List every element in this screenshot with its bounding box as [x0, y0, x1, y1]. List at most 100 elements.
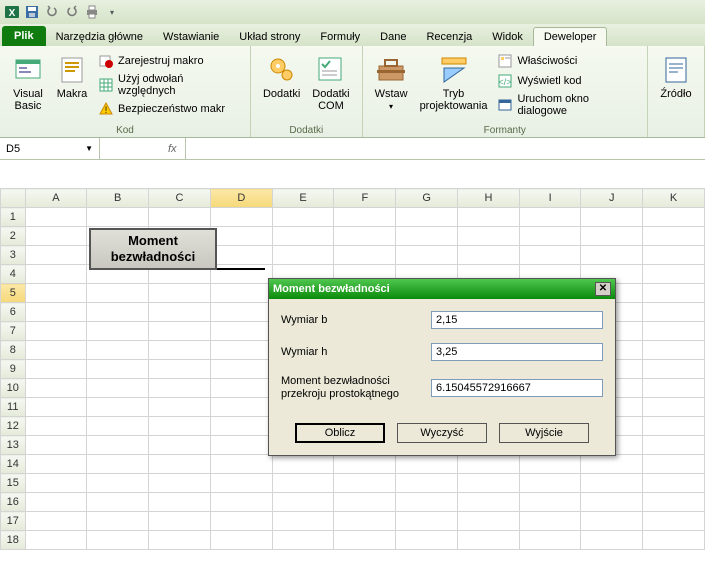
record-macro-button[interactable]: Zarejestruj makro	[96, 52, 242, 70]
row-head-9[interactable]: 9	[1, 360, 26, 379]
cell-D18[interactable]	[210, 531, 272, 550]
cell-I2[interactable]	[519, 227, 581, 246]
cell-B12[interactable]	[87, 417, 149, 436]
cell-I1[interactable]	[519, 208, 581, 227]
makra-button[interactable]: Makra	[52, 52, 92, 102]
cell-F15[interactable]	[334, 474, 396, 493]
cell-E18[interactable]	[272, 531, 334, 550]
tab-developer[interactable]: Deweloper	[533, 27, 608, 46]
cell-K10[interactable]	[643, 379, 705, 398]
run-dialog-button[interactable]: Uruchom okno dialogowe	[495, 92, 639, 118]
cell-K16[interactable]	[643, 493, 705, 512]
col-head-J[interactable]: J	[581, 189, 643, 208]
cell-K5[interactable]	[643, 284, 705, 303]
cell-E3[interactable]	[272, 246, 334, 265]
cell-I16[interactable]	[519, 493, 581, 512]
cell-D11[interactable]	[210, 398, 272, 417]
cell-C1[interactable]	[149, 208, 211, 227]
cell-B14[interactable]	[87, 455, 149, 474]
cell-A6[interactable]	[25, 303, 87, 322]
relative-refs-button[interactable]: Użyj odwołań względnych	[96, 72, 242, 98]
row-head-10[interactable]: 10	[1, 379, 26, 398]
cell-C15[interactable]	[149, 474, 211, 493]
cell-A9[interactable]	[25, 360, 87, 379]
cell-I18[interactable]	[519, 531, 581, 550]
cell-A10[interactable]	[25, 379, 87, 398]
col-head-K[interactable]: K	[643, 189, 705, 208]
select-all-corner[interactable]	[1, 189, 26, 208]
button-wyjscie[interactable]: Wyjście	[499, 423, 589, 443]
cell-K11[interactable]	[643, 398, 705, 417]
formula-input[interactable]	[186, 143, 705, 155]
cell-A17[interactable]	[25, 512, 87, 531]
cell-H18[interactable]	[458, 531, 520, 550]
cell-C17[interactable]	[149, 512, 211, 531]
cell-C18[interactable]	[149, 531, 211, 550]
col-head-E[interactable]: E	[272, 189, 334, 208]
cell-I14[interactable]	[519, 455, 581, 474]
cell-K13[interactable]	[643, 436, 705, 455]
cell-J2[interactable]	[581, 227, 643, 246]
tab-review[interactable]: Recenzja	[416, 28, 482, 46]
cell-C5[interactable]	[149, 284, 211, 303]
cell-E15[interactable]	[272, 474, 334, 493]
cell-D14[interactable]	[210, 455, 272, 474]
tryb-button[interactable]: Tryb projektowania	[416, 52, 492, 114]
cell-B16[interactable]	[87, 493, 149, 512]
cell-D8[interactable]	[210, 341, 272, 360]
cell-D5[interactable]	[210, 284, 272, 303]
row-head-16[interactable]: 16	[1, 493, 26, 512]
tab-insert[interactable]: Wstawianie	[153, 28, 229, 46]
cell-C16[interactable]	[149, 493, 211, 512]
cell-D16[interactable]	[210, 493, 272, 512]
cell-K17[interactable]	[643, 512, 705, 531]
dodatki-button[interactable]: Dodatki	[259, 52, 304, 102]
cell-K12[interactable]	[643, 417, 705, 436]
cell-H3[interactable]	[458, 246, 520, 265]
cell-G1[interactable]	[396, 208, 458, 227]
cell-K9[interactable]	[643, 360, 705, 379]
row-head-13[interactable]: 13	[1, 436, 26, 455]
cell-K2[interactable]	[643, 227, 705, 246]
cell-J1[interactable]	[581, 208, 643, 227]
col-head-D[interactable]: D	[210, 189, 272, 208]
macro-security-button[interactable]: !Bezpieczeństwo makr	[96, 100, 242, 118]
tab-view[interactable]: Widok	[482, 28, 533, 46]
cell-E1[interactable]	[272, 208, 334, 227]
cell-B9[interactable]	[87, 360, 149, 379]
cell-K15[interactable]	[643, 474, 705, 493]
cell-D15[interactable]	[210, 474, 272, 493]
cell-A14[interactable]	[25, 455, 87, 474]
cell-J16[interactable]	[581, 493, 643, 512]
cell-B10[interactable]	[87, 379, 149, 398]
cell-F17[interactable]	[334, 512, 396, 531]
cell-C10[interactable]	[149, 379, 211, 398]
cell-B18[interactable]	[87, 531, 149, 550]
cell-D13[interactable]	[210, 436, 272, 455]
cell-K18[interactable]	[643, 531, 705, 550]
col-head-B[interactable]: B	[87, 189, 149, 208]
cell-E17[interactable]	[272, 512, 334, 531]
cell-B8[interactable]	[87, 341, 149, 360]
cell-A2[interactable]	[25, 227, 87, 246]
cell-D12[interactable]	[210, 417, 272, 436]
cell-A15[interactable]	[25, 474, 87, 493]
dialog-titlebar[interactable]: Moment bezwładności ✕	[269, 279, 615, 299]
cell-B1[interactable]	[87, 208, 149, 227]
cell-A18[interactable]	[25, 531, 87, 550]
input-result[interactable]	[431, 379, 603, 397]
cell-A5[interactable]	[25, 284, 87, 303]
cell-H16[interactable]	[458, 493, 520, 512]
qat-dropdown-icon[interactable]: ▾	[104, 4, 120, 20]
col-head-F[interactable]: F	[334, 189, 396, 208]
cell-A13[interactable]	[25, 436, 87, 455]
cell-F2[interactable]	[334, 227, 396, 246]
cell-H1[interactable]	[458, 208, 520, 227]
cell-A11[interactable]	[25, 398, 87, 417]
cell-E14[interactable]	[272, 455, 334, 474]
cell-A16[interactable]	[25, 493, 87, 512]
row-head-11[interactable]: 11	[1, 398, 26, 417]
cell-B7[interactable]	[87, 322, 149, 341]
col-head-H[interactable]: H	[458, 189, 520, 208]
cell-C11[interactable]	[149, 398, 211, 417]
